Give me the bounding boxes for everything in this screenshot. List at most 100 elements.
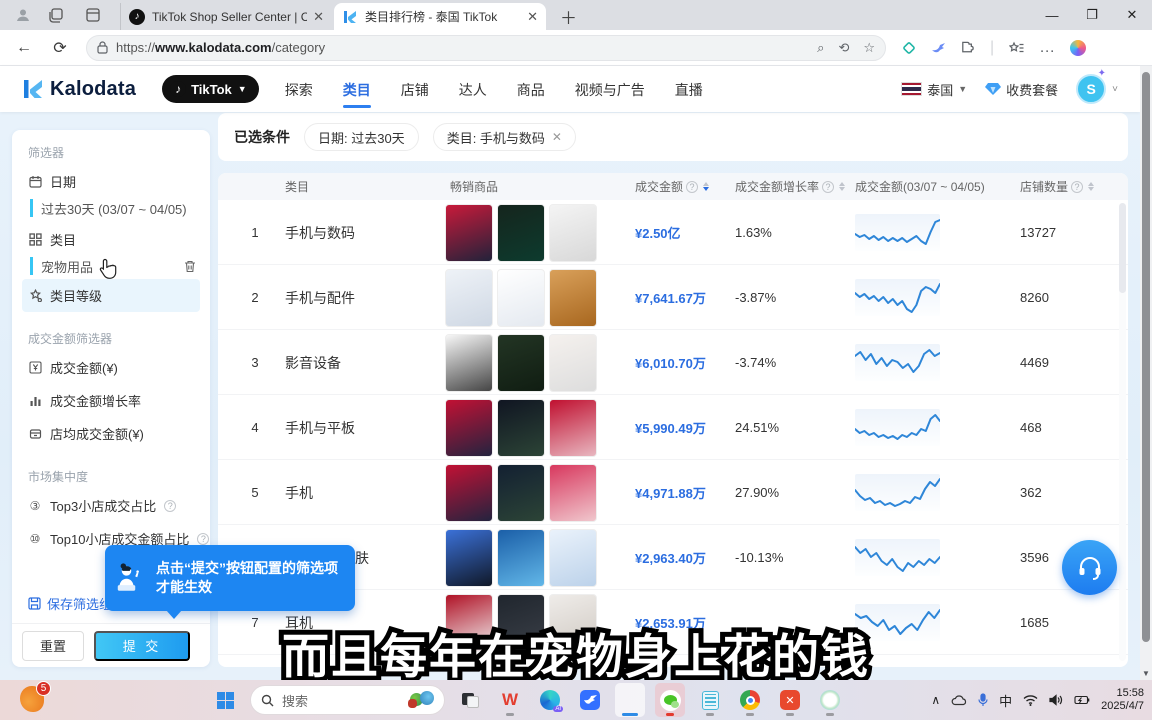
start-button[interactable]	[210, 683, 240, 717]
extension-bird-icon[interactable]	[931, 41, 946, 55]
chip-close-icon[interactable]: ✕	[552, 130, 562, 144]
nav-item[interactable]: 探索	[285, 68, 313, 110]
col-gmv[interactable]: 成交金额?	[635, 173, 709, 200]
favorite-star-icon[interactable]: ☆	[863, 40, 875, 56]
product-thumbnails[interactable]	[445, 332, 597, 393]
pinduoduo-icon[interactable]: ✕	[775, 683, 805, 717]
notepad-icon[interactable]	[695, 683, 725, 717]
account-menu[interactable]: ✦ S ˅	[1076, 74, 1118, 104]
profile-icon[interactable]	[14, 6, 32, 24]
filter-category-level[interactable]: 类目等级	[22, 279, 200, 312]
minimize-button[interactable]: —	[1032, 0, 1072, 30]
col-stores[interactable]: 店铺数量?	[1020, 173, 1094, 200]
condition-chip[interactable]: 日期: 过去30天	[304, 123, 419, 151]
region-selector[interactable]: 泰国 ▼	[901, 80, 967, 99]
onedrive-icon[interactable]	[951, 695, 967, 706]
search-highlight-icon[interactable]	[408, 689, 438, 711]
task-view-icon[interactable]	[455, 683, 485, 717]
nav-item[interactable]: 店铺	[401, 68, 429, 110]
table-scrollbar[interactable]	[1119, 203, 1126, 661]
category-cell[interactable]: 影音设备	[285, 330, 440, 395]
extension-diamond-icon[interactable]	[902, 41, 916, 55]
product-thumbnail[interactable]	[497, 464, 545, 522]
table-row[interactable]: 5手机¥4,971.88万27.90%362	[218, 460, 1128, 525]
product-thumbnail[interactable]	[445, 204, 493, 262]
tab-actions-icon[interactable]	[84, 6, 102, 24]
close-button[interactable]: ✕	[1112, 0, 1152, 30]
product-thumbnail[interactable]	[445, 269, 493, 327]
lark-icon[interactable]	[575, 683, 605, 717]
microphone-icon[interactable]	[978, 693, 988, 707]
filter-category-value[interactable]: 宠物用品	[30, 257, 210, 275]
nav-item[interactable]: 达人	[459, 68, 487, 110]
edge-icon[interactable]	[615, 683, 645, 717]
favorites-bar-icon[interactable]	[1009, 41, 1024, 55]
product-thumbnail[interactable]	[549, 204, 597, 262]
address-bar[interactable]: https://www.kalodata.com/category ⌕ ⟲ ☆	[86, 35, 886, 61]
kalodata-logo[interactable]: Kalodata	[22, 78, 136, 101]
notification-app-icon[interactable]: 5	[20, 686, 44, 712]
chrome-icon[interactable]	[735, 683, 765, 717]
product-thumbnails[interactable]	[445, 527, 597, 588]
product-thumbnail[interactable]	[445, 529, 493, 587]
help-icon[interactable]: ?	[164, 500, 176, 512]
filter-category[interactable]: 类目	[12, 223, 210, 256]
tab-close-icon[interactable]: ✕	[313, 9, 324, 25]
platform-selector[interactable]: ♪ TikTok ▼	[162, 75, 259, 103]
tab-close-icon[interactable]: ✕	[527, 9, 538, 25]
edge-ai-icon[interactable]: AI	[535, 683, 565, 717]
wifi-icon[interactable]	[1023, 695, 1038, 706]
col-growth[interactable]: 成交金额增长率?	[735, 173, 845, 200]
page-scrollbar[interactable]: ▼	[1140, 66, 1152, 680]
product-thumbnail[interactable]	[549, 334, 597, 392]
category-cell[interactable]: 手机与配件	[285, 265, 440, 330]
restore-button[interactable]: ❐	[1072, 0, 1112, 30]
wps-icon[interactable]: W	[495, 683, 525, 717]
product-thumbnail[interactable]	[497, 334, 545, 392]
product-thumbnail[interactable]	[549, 399, 597, 457]
zoom-out-icon[interactable]: ⌕	[817, 40, 824, 56]
ime-indicator[interactable]: 中	[999, 691, 1012, 710]
product-thumbnail[interactable]	[497, 529, 545, 587]
customer-service-button[interactable]	[1062, 540, 1117, 595]
product-thumbnail[interactable]	[497, 399, 545, 457]
table-row[interactable]: 2手机与配件¥7,641.67万-3.87%8260	[218, 265, 1128, 330]
scrollbar-thumb[interactable]	[1142, 72, 1150, 642]
battery-icon[interactable]	[1074, 695, 1090, 705]
filter-gmv-growth[interactable]: 成交金额增长率	[12, 384, 210, 417]
product-thumbnails[interactable]	[445, 202, 597, 263]
nav-item[interactable]: 类目	[343, 68, 371, 110]
product-thumbnail[interactable]	[497, 204, 545, 262]
product-thumbnail[interactable]	[445, 334, 493, 392]
refresh-button[interactable]: ⟳	[48, 38, 72, 58]
workspaces-icon[interactable]	[46, 6, 64, 24]
product-thumbnail[interactable]	[549, 464, 597, 522]
nav-item[interactable]: 视频与广告	[575, 68, 645, 110]
extension-generic-icon[interactable]	[961, 41, 975, 55]
filter-top3[interactable]: ③ Top3小店成交占比 ?	[12, 489, 210, 522]
nav-item[interactable]: 商品	[517, 68, 545, 110]
browser-tab-tiktok[interactable]: ♪ TikTok Shop Seller Center | Cross ✕	[120, 3, 332, 30]
trash-icon[interactable]	[184, 260, 196, 273]
product-thumbnail[interactable]	[445, 399, 493, 457]
product-thumbnails[interactable]	[445, 397, 597, 458]
category-cell[interactable]: 手机与平板	[285, 395, 440, 460]
category-cell[interactable]: 手机与数码	[285, 200, 440, 265]
pricing-link[interactable]: 收费套餐	[985, 80, 1058, 99]
wechat-icon[interactable]	[655, 683, 685, 717]
volume-icon[interactable]	[1049, 694, 1063, 706]
tray-expand-icon[interactable]: ∧	[931, 693, 940, 707]
product-thumbnails[interactable]	[445, 267, 597, 328]
filter-date-value[interactable]: 过去30天 (03/07 ~ 04/05)	[30, 199, 210, 217]
category-cell[interactable]: 手机	[285, 460, 440, 525]
taskbar-search[interactable]: 搜索	[250, 685, 445, 715]
product-thumbnails[interactable]	[445, 462, 597, 523]
product-thumbnail[interactable]	[445, 464, 493, 522]
help-icon[interactable]: ?	[197, 533, 209, 545]
condition-chip[interactable]: 类目: 手机与数码✕	[433, 123, 576, 151]
nav-item[interactable]: 直播	[675, 68, 703, 110]
product-thumbnail[interactable]	[549, 269, 597, 327]
more-menu-icon[interactable]: …	[1039, 39, 1055, 57]
product-thumbnail[interactable]	[549, 529, 597, 587]
filter-date[interactable]: 日期	[12, 165, 210, 198]
